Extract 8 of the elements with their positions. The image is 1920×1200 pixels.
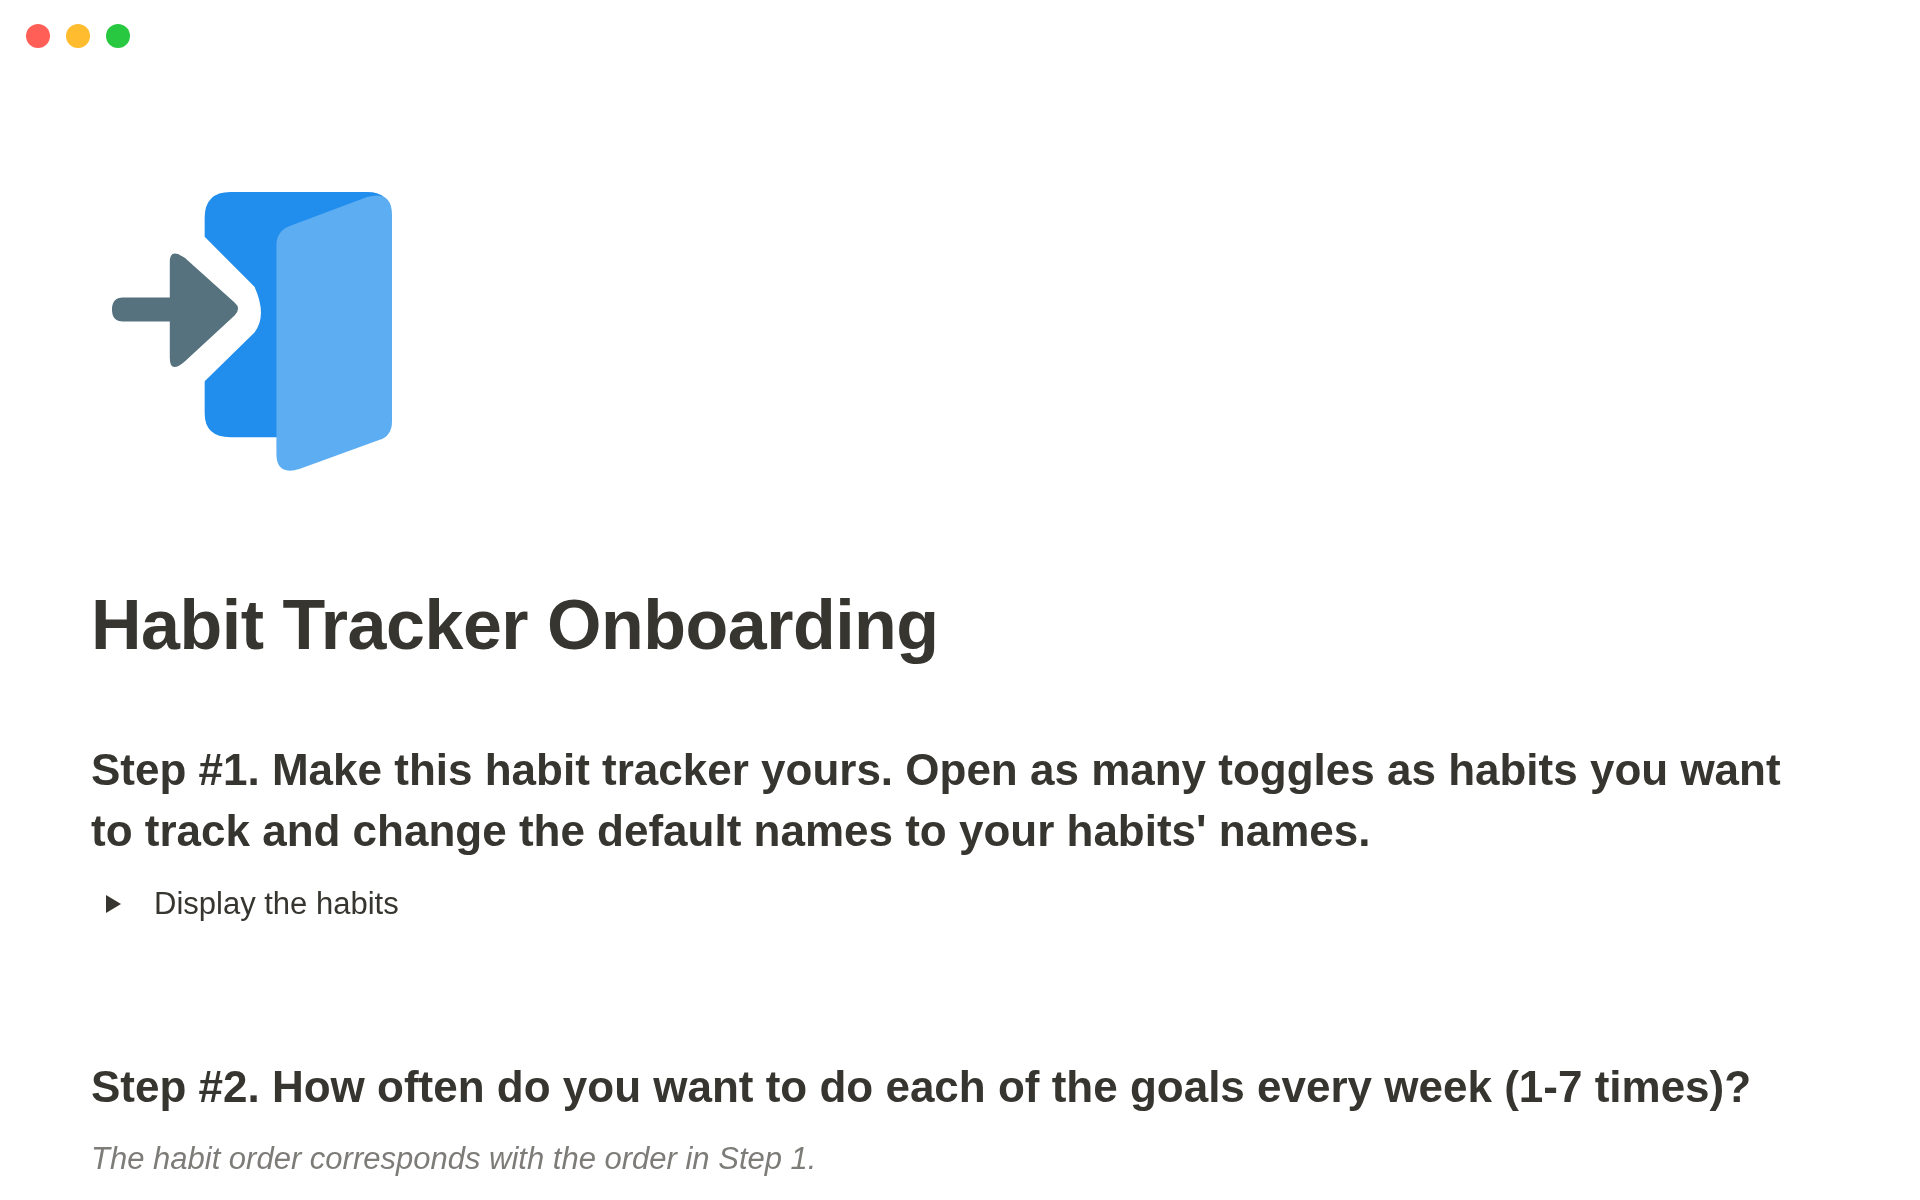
- note-text: The habit order corresponds with the order in Step 1.: [91, 1140, 817, 1178]
- window-control-button[interactable]: [106, 24, 130, 48]
- window-control-button[interactable]: [26, 24, 50, 48]
- toggle-block[interactable]: Display the habits: [106, 883, 399, 925]
- window-control-button[interactable]: [66, 24, 90, 48]
- section-heading: Step #2. How often do you want to do each of the goals every week (1-7 times)?: [91, 1061, 1753, 1113]
- section-heading: Step #1. Make this habit tracker yours. Open as many toggles as habits you want to track and change the default names to your habits' names.: [91, 744, 1782, 857]
- page-title: Habit Tracker Onboarding: [91, 585, 939, 666]
